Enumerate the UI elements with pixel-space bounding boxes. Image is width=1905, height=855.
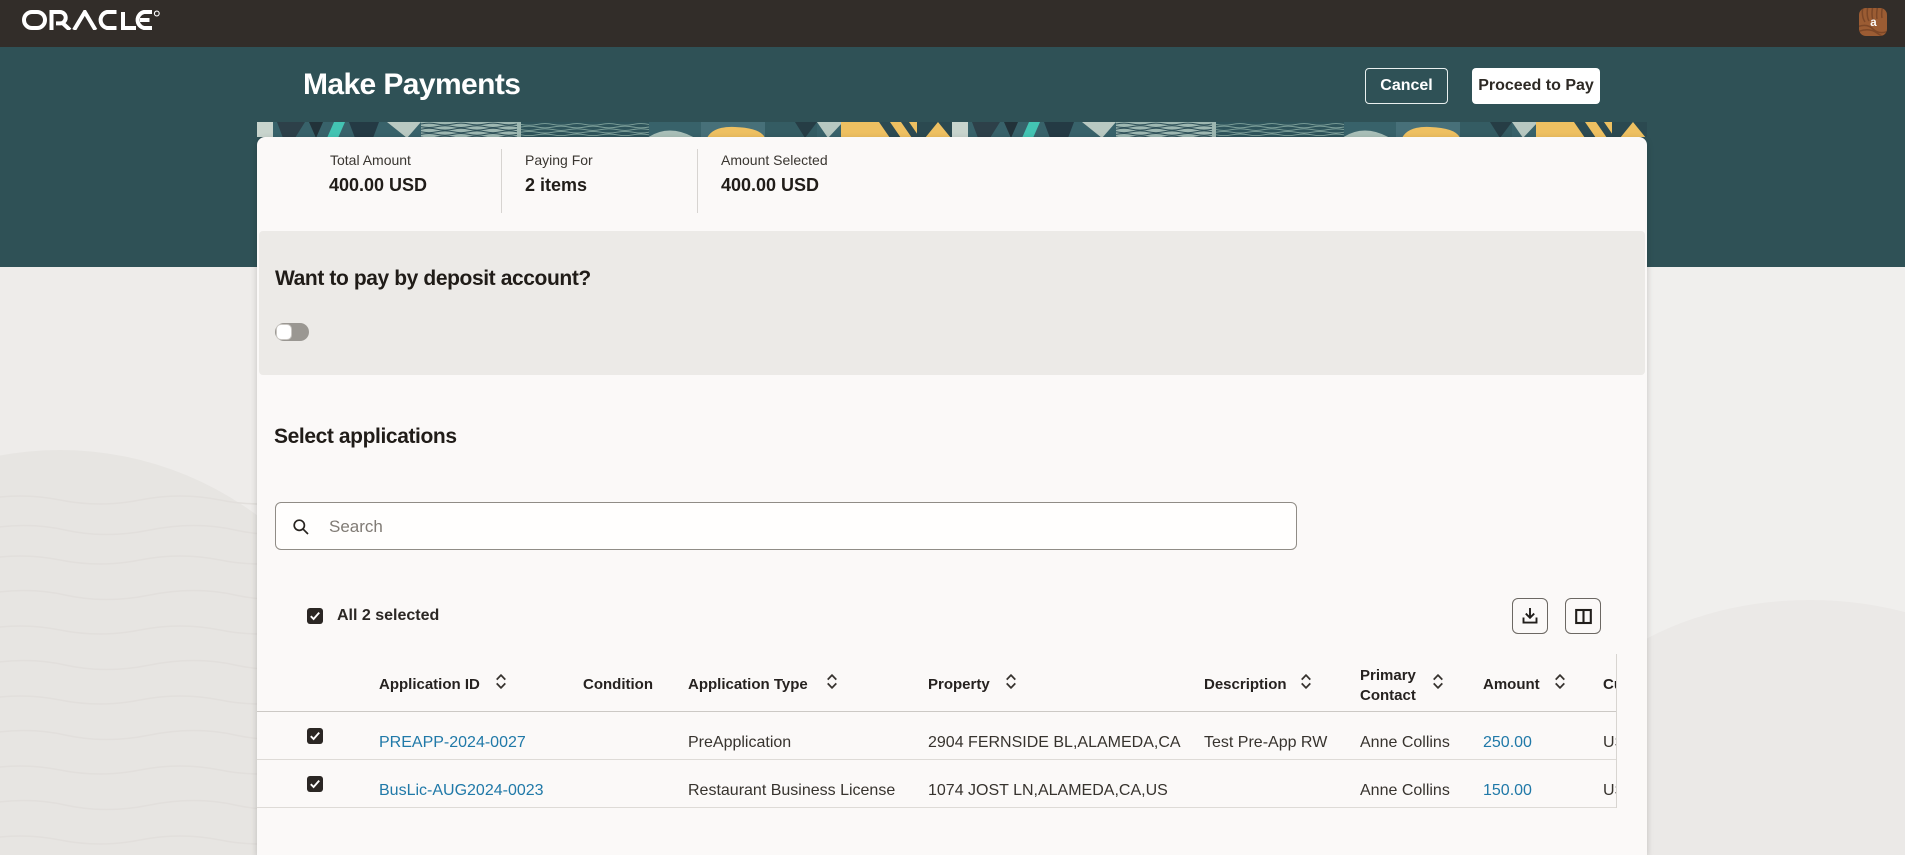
svg-text:a: a	[1870, 17, 1877, 29]
